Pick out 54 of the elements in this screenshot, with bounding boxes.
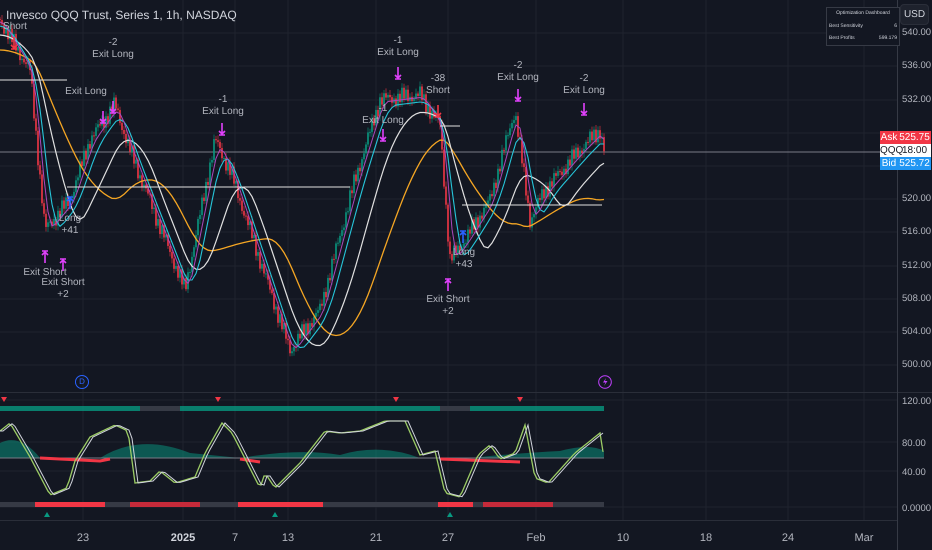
time-label: 24 — [782, 531, 794, 546]
up-arrow-icon — [444, 278, 452, 292]
trade-label: -2 Exit Long — [92, 37, 134, 61]
time-label: 13 — [282, 531, 294, 546]
oscillator-label: 80.00 — [902, 437, 926, 451]
trade-label: -38 Short — [426, 73, 450, 97]
trade-label: Exit Short +2 — [426, 294, 470, 318]
trade-label: -1 Exit Long — [202, 94, 244, 118]
currency-button[interactable]: USD — [900, 4, 929, 25]
oscillator-label: 120.00 — [902, 395, 932, 409]
time-label: Feb — [526, 531, 546, 546]
quote-tag: Bid 525.72 — [880, 157, 931, 170]
price-label: 520.00 — [902, 192, 932, 206]
time-label: 21 — [370, 531, 382, 546]
price-label: 500.00 — [902, 358, 932, 372]
oscillator-label: 0.0000 — [902, 502, 932, 516]
oscillator-label: 40.00 — [902, 466, 926, 480]
up-arrow-icon — [66, 196, 74, 210]
time-label: 2025 — [170, 531, 196, 546]
trade-label: -2 Exit Long — [497, 60, 539, 84]
price-label: 516.00 — [902, 224, 932, 239]
price-label: 536.00 — [902, 58, 932, 73]
time-label: 7 — [232, 531, 238, 546]
down-arrow-icon — [434, 104, 442, 118]
price-label: 508.00 — [902, 292, 932, 306]
down-arrow-icon — [10, 36, 18, 50]
down-arrow-icon — [218, 122, 226, 136]
price-label: 540.00 — [902, 26, 932, 40]
price-label: 504.00 — [902, 324, 932, 339]
dividend-marker[interactable]: D — [75, 375, 89, 389]
trade-label: Exit Long — [65, 86, 107, 98]
price-label: 512.00 — [902, 258, 932, 273]
chart-title: Invesco QQQ Trust, Series 1, 1h, NASDAQ — [6, 7, 237, 22]
time-label: Mar — [854, 531, 874, 546]
trade-label: -2 Exit Long — [563, 73, 605, 97]
quote-tag: Ask 525.75 — [880, 131, 931, 144]
trade-label: Exit Short — [23, 267, 67, 278]
quote-tag: QQQ18:00 — [880, 144, 931, 157]
down-arrow-icon — [580, 102, 588, 116]
lightning-icon[interactable] — [598, 375, 612, 389]
trade-label: -1 Exit Long — [377, 35, 419, 59]
down-arrow-icon — [379, 128, 387, 142]
price-label: 532.00 — [902, 92, 932, 107]
time-label: 27 — [442, 531, 454, 546]
up-arrow-icon — [459, 230, 467, 244]
time-label: 23 — [76, 531, 90, 546]
time-label: 10 — [616, 531, 630, 546]
trade-label: Exit Short +2 — [41, 277, 85, 301]
down-arrow-icon — [394, 66, 402, 80]
down-arrow-icon — [99, 110, 107, 124]
down-arrow-icon — [514, 88, 522, 102]
time-label: 18 — [700, 531, 712, 546]
down-arrow-icon — [109, 100, 117, 114]
up-arrow-icon — [41, 250, 49, 264]
